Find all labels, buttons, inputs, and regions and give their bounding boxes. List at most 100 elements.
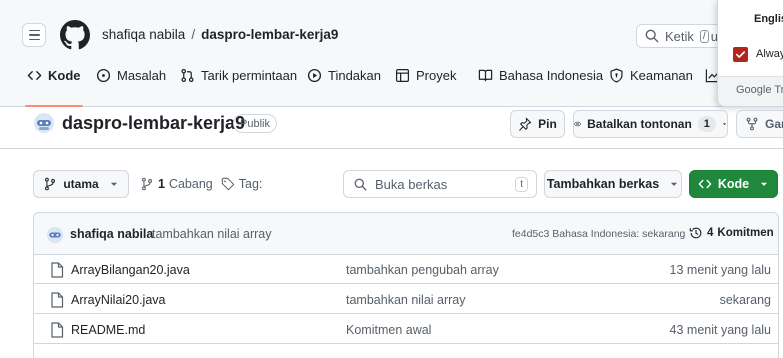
file-search-shortcut: t xyxy=(515,177,528,192)
file-commit-time: sekarang xyxy=(719,293,771,307)
tab-label: Proyek xyxy=(416,68,457,83)
hamburger-line-icon xyxy=(28,38,40,41)
eye-icon xyxy=(574,121,581,127)
pin-button[interactable]: Pin xyxy=(510,110,565,138)
go-to-file-input[interactable]: Buka berkas t xyxy=(343,170,537,198)
file-commit-time: 13 menit yang lalu xyxy=(669,263,771,277)
table-icon xyxy=(395,68,410,83)
always-translate-checkbox[interactable] xyxy=(733,47,748,62)
search-placeholder: Ketik xyxy=(665,28,694,44)
book-icon xyxy=(478,69,493,82)
tab-label: Keamanan xyxy=(630,68,693,83)
table-row: ArrayBilangan20.java tambahkan pengubah … xyxy=(34,255,778,284)
table-row: README.md Komitmen awal 43 menit yang la… xyxy=(34,315,778,344)
file-commit-message[interactable]: tambahkan pengubah array xyxy=(346,263,499,277)
tab-pull-requests[interactable]: Tarik permintaan xyxy=(180,66,297,107)
file-commit-time: 43 menit yang lalu xyxy=(669,323,771,337)
chevron-down-icon xyxy=(761,182,768,186)
commit-message[interactable]: tambahkan nilai array xyxy=(152,227,272,241)
repo-header-divider xyxy=(0,148,783,149)
branch-icon xyxy=(142,177,152,191)
fork-icon xyxy=(746,117,758,131)
breadcrumb-owner[interactable]: shafiqa nabila xyxy=(102,27,185,42)
global-header: shafiqa nabila / daspro-lembar-kerja9 Keti… xyxy=(0,0,783,107)
tab-projects[interactable]: Proyek xyxy=(395,66,456,107)
fork-button[interactable]: Garp xyxy=(736,110,783,138)
code-icon xyxy=(698,179,712,189)
tab-code[interactable]: Kode xyxy=(25,66,82,107)
pin-icon xyxy=(519,117,532,131)
repo-title[interactable]: daspro-lembar-kerja9 xyxy=(62,113,245,134)
chevron-down-icon xyxy=(110,182,117,186)
hamburger-line-icon xyxy=(28,29,40,32)
add-file-label: Tambahkan berkas xyxy=(546,177,660,191)
file-commit-message[interactable]: Komitmen awal xyxy=(346,323,431,337)
file-icon xyxy=(51,292,64,308)
commit-author[interactable]: shafiqa nabila xyxy=(70,227,153,241)
tab-actions[interactable]: Tindakan xyxy=(307,66,381,107)
code-icon xyxy=(27,71,42,80)
unwatch-button[interactable]: Batalkan tontonan 1 xyxy=(573,110,728,138)
checkmark-icon xyxy=(736,51,745,58)
translate-footer: Google Tra xyxy=(718,76,783,106)
visibility-badge: Publik xyxy=(233,114,277,133)
tab-issues[interactable]: Masalah xyxy=(96,66,166,107)
branch-select-button[interactable]: utama xyxy=(33,170,129,198)
always-translate-label: Always xyxy=(756,48,783,60)
file-name[interactable]: README.md xyxy=(71,323,145,337)
menu-button[interactable] xyxy=(22,23,46,47)
play-icon xyxy=(307,68,322,83)
commit-meta[interactable]: fe4d5c3 Bahasa Indonesia: sekarang xyxy=(512,228,685,240)
file-name[interactable]: ArrayBilangan20.java xyxy=(71,263,190,277)
chevron-down-icon xyxy=(722,123,727,125)
translate-language-tab[interactable]: English xyxy=(754,13,783,25)
search-shortcut-key: / xyxy=(699,29,709,43)
branch-count[interactable]: 1 xyxy=(158,177,165,191)
code-button[interactable]: Kode xyxy=(689,170,778,198)
add-file-button[interactable]: Tambahkan berkas xyxy=(544,170,682,198)
search-icon xyxy=(645,29,659,43)
owner-avatar[interactable] xyxy=(33,112,55,134)
chevron-down-icon xyxy=(671,182,678,186)
breadcrumb-repo[interactable]: daspro-lembar-kerja9 xyxy=(201,27,338,42)
github-logo-icon[interactable] xyxy=(60,20,90,50)
tab-label: Bahasa Indonesia xyxy=(499,68,604,83)
history-icon xyxy=(689,227,702,239)
author-avatar[interactable] xyxy=(46,226,64,244)
tags-link[interactable]: Tag: xyxy=(239,177,263,191)
branch-tag-info: 1 Cabang Tag: xyxy=(140,177,262,191)
google-translate-label: Google Tra xyxy=(736,84,783,96)
watch-label: Batalkan tontonan xyxy=(587,117,692,131)
breadcrumb: shafiqa nabila / daspro-lembar-kerja9 xyxy=(102,27,338,42)
branch-icon xyxy=(45,177,56,191)
commits-link[interactable]: 4 Komitmen xyxy=(689,226,774,240)
latest-commit-bar: shafiqa nabila tambahkan nilai array fe4… xyxy=(34,213,778,255)
translate-popup: English Always Google Tra xyxy=(717,0,783,107)
watch-count: 1 xyxy=(697,116,716,132)
file-table: shafiqa nabila tambahkan nilai array fe4… xyxy=(33,212,779,358)
tab-wiki[interactable]: Bahasa Indonesia xyxy=(478,66,603,107)
issue-icon xyxy=(96,68,111,83)
breadcrumb-separator: / xyxy=(191,27,196,42)
branch-name: utama xyxy=(63,177,99,191)
file-icon xyxy=(51,262,64,278)
table-row: ArrayNilai20.java tambahkan nilai array … xyxy=(34,285,778,314)
search-icon xyxy=(354,178,367,190)
pull-request-icon xyxy=(181,68,194,83)
tab-label: Tarik permintaan xyxy=(201,68,298,83)
repo-nav-tabs: Kode Masalah Tarik permintaan Tindakan P… xyxy=(0,66,783,107)
commits-count: 4 xyxy=(707,227,714,239)
file-icon xyxy=(51,322,64,338)
branch-count-label[interactable]: Cabang xyxy=(169,177,213,191)
tab-label: Kode xyxy=(48,68,81,83)
tag-icon xyxy=(221,177,234,191)
tab-label: Masalah xyxy=(117,68,167,83)
tab-security[interactable]: Keamanan xyxy=(609,66,693,107)
file-name[interactable]: ArrayNilai20.java xyxy=(71,293,165,307)
tab-label: Tindakan xyxy=(328,68,381,83)
shield-icon xyxy=(610,68,623,83)
commits-label: Komitmen xyxy=(717,227,774,239)
file-search-placeholder: Buka berkas xyxy=(375,176,448,192)
file-commit-message[interactable]: tambahkan nilai array xyxy=(346,293,466,307)
pin-label: Pin xyxy=(538,117,557,131)
